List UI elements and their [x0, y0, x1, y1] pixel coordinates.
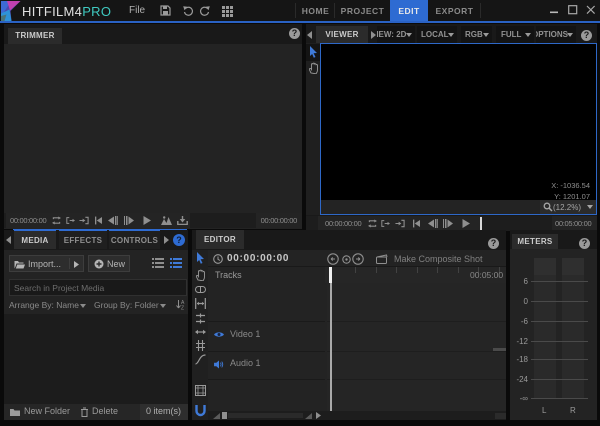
svg-text:Z: Z	[181, 306, 184, 311]
